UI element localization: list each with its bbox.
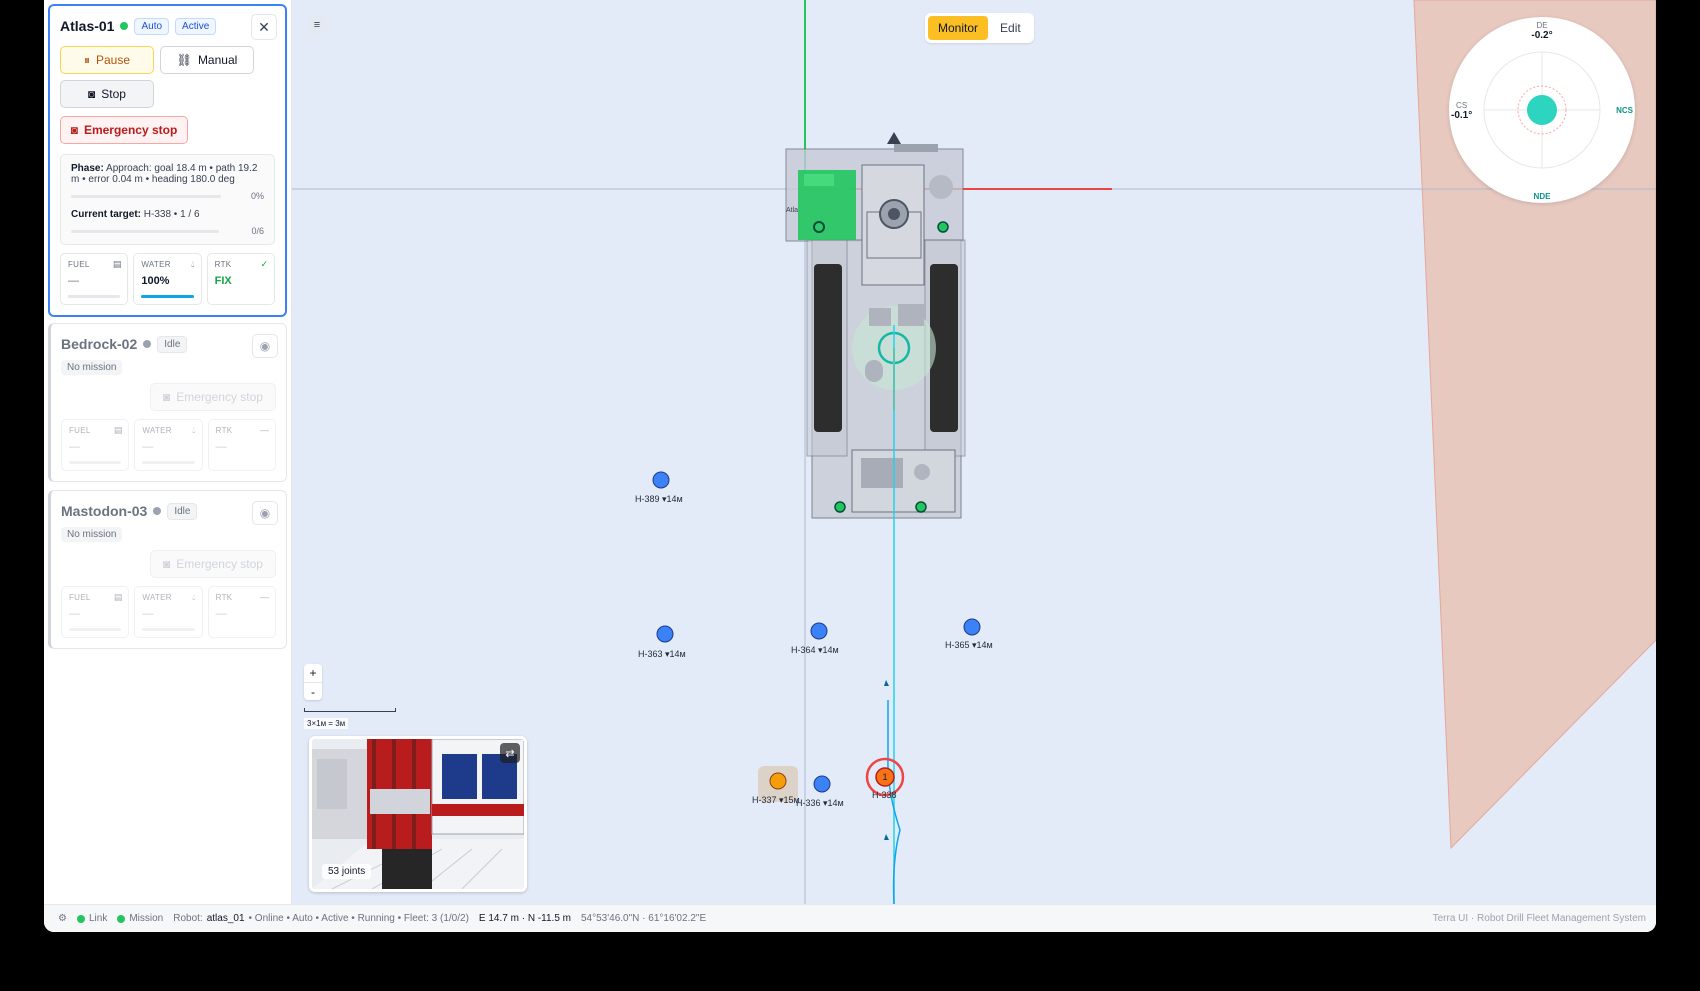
rtk-metric: RTK ✓ FIX [206, 253, 275, 305]
zoom-out-button[interactable]: - [304, 682, 322, 700]
hole-label-h365: H-365 ▾14м [945, 640, 993, 650]
emergency-stop-button[interactable]: ◙ Emergency stop [150, 550, 276, 578]
zoom-control: + - [304, 664, 322, 700]
drill-rig[interactable]: Atla [785, 132, 966, 519]
robot-name: Mastodon-03 [61, 503, 148, 519]
zoom-in-button[interactable]: + [304, 664, 322, 682]
fuel-metric: FUEL ▤ — [61, 419, 130, 471]
fuel-icon: ▤ [113, 425, 123, 435]
phase-progress-bar [71, 194, 221, 198]
edit-mode-button[interactable]: Edit [990, 16, 1031, 40]
check-icon: ✓ [260, 259, 268, 269]
map-canvas[interactable]: Atla 1 H-389 ▾14м H-363 ▾14м H-364 ▾14м … [292, 0, 1656, 904]
hole-marker[interactable] [810, 622, 828, 640]
hole-marker[interactable] [963, 618, 981, 636]
robot-name: Bedrock-02 [61, 336, 138, 352]
hole-label-h338: H-338 [872, 790, 897, 800]
menu-icon[interactable]: ≡ [306, 14, 328, 36]
pause-button[interactable]: ⏸ Pause [60, 46, 154, 74]
settings-icon[interactable]: ⚙ [58, 913, 67, 924]
swap-camera-icon[interactable]: ⇄ [500, 743, 520, 763]
online-status-dot [120, 22, 129, 30]
hole-label-h364: H-364 ▾14м [791, 645, 839, 655]
state-badge: Idle [167, 502, 198, 520]
hole-marker[interactable] [813, 775, 831, 793]
hole-label-h336: H-336 ▾14м [796, 798, 844, 808]
mode-badge: Auto [134, 17, 170, 35]
hole-marker-in-progress[interactable] [769, 772, 787, 790]
hole-label-h363: H-363 ▾14м [638, 649, 686, 659]
rtk-metric: RTK — — [207, 419, 276, 471]
monitor-mode-button[interactable]: Monitor [928, 16, 989, 40]
robot-sidebar: Atlas-01 Auto Active ✕ ⏸ Pause ⛓ Manual … [44, 0, 292, 904]
robot-map-label: Atla [786, 207, 798, 214]
emergency-stop-button[interactable]: ◙ Emergency stop [60, 116, 188, 144]
droplet-icon: 💧︎ [192, 425, 196, 435]
eye-icon[interactable]: ◉ [252, 501, 278, 525]
position-coords: E 14.7 m · N -11.5 m [478, 913, 571, 924]
robot-name: Atlas-01 [60, 18, 115, 34]
stop-button[interactable]: ◙ Stop [60, 80, 154, 108]
state-badge: Active [175, 17, 217, 35]
fuel-icon: ▤ [112, 259, 122, 269]
link-status: Link [76, 913, 107, 924]
fuel-metric: FUEL ▤ — [61, 586, 130, 638]
droplet-icon: 💧︎ [191, 259, 195, 269]
droplet-icon: 💧︎ [192, 592, 196, 602]
stop-icon: ◙ [88, 87, 96, 101]
emergency-icon: ◙ [163, 557, 171, 571]
target-progress-bar [71, 229, 219, 233]
hole-marker[interactable] [652, 471, 670, 489]
emergency-icon: ◙ [70, 123, 78, 137]
state-badge: Idle [157, 335, 188, 353]
robot-card-atlas[interactable]: Atlas-01 Auto Active ✕ ⏸ Pause ⛓ Manual … [48, 4, 287, 317]
pause-icon: ⏸ [83, 52, 90, 67]
mission-badge: No mission [61, 360, 123, 375]
robot-card-bedrock[interactable]: Bedrock-02 Idle ◉ No mission ◙ Emergency… [48, 323, 287, 482]
eye-icon[interactable]: ◉ [252, 334, 278, 358]
robot-status: Robot: atlas_01 • Online • Auto • Active •… [173, 913, 469, 924]
app-window: Atlas-01 Auto Active ✕ ⏸ Pause ⛓ Manual … [44, 0, 1656, 932]
water-level-bar [141, 295, 194, 298]
emergency-stop-button[interactable]: ◙ Emergency stop [150, 383, 276, 411]
water-metric: WATER 💧︎ 100% [133, 253, 202, 305]
robot-card-mastodon[interactable]: Mastodon-03 Idle ◉ No mission ◙ Emergenc… [48, 490, 287, 649]
joints-count: 53 joints [322, 864, 372, 879]
hole-label-h337: H-337 ▾15м [752, 795, 800, 805]
water-metric: WATER 💧︎ — [134, 419, 203, 471]
water-metric: WATER 💧︎ — [134, 586, 203, 638]
mission-status: Mission [117, 913, 163, 924]
fuel-metric: FUEL ▤ — [60, 253, 129, 305]
tilt-bubble [1527, 95, 1557, 125]
offline-status-dot [143, 340, 152, 348]
mission-badge: No mission [61, 527, 123, 542]
close-icon[interactable]: ✕ [251, 14, 277, 40]
offline-status-dot [153, 507, 162, 515]
scale-bar: 3×1м = 3м [304, 708, 396, 731]
mission-phase-panel: Phase: Approach: goal 18.4 m • path 19.2… [60, 154, 275, 245]
fuel-icon: ▤ [113, 592, 123, 602]
target-number: 1 [882, 772, 887, 782]
hole-label-h389: H-389 ▾14м [635, 494, 683, 504]
geo-coords: 54°53'46.0"N · 61°16'02.2"E [581, 913, 707, 924]
tilt-compass: DE -0.2° CS -0.1° NCS NDE [1449, 17, 1635, 203]
hole-marker[interactable] [656, 625, 674, 643]
camera-feed[interactable]: ⇄ 53 joints [309, 736, 527, 892]
brand-text: Terra UI · Robot Drill Fleet Management … [1432, 913, 1646, 924]
status-bar: ⚙ Link Mission Robot: atlas_01 • Online • … [44, 904, 1656, 932]
rtk-metric: RTK — — [207, 586, 276, 638]
link-icon: ⛓ [176, 53, 192, 67]
emergency-icon: ◙ [163, 390, 171, 404]
mode-toggle: Monitor Edit [925, 13, 1034, 43]
target-text: H-338 • 1 / 6 [143, 209, 200, 220]
manual-button[interactable]: ⛓ Manual [160, 46, 254, 74]
